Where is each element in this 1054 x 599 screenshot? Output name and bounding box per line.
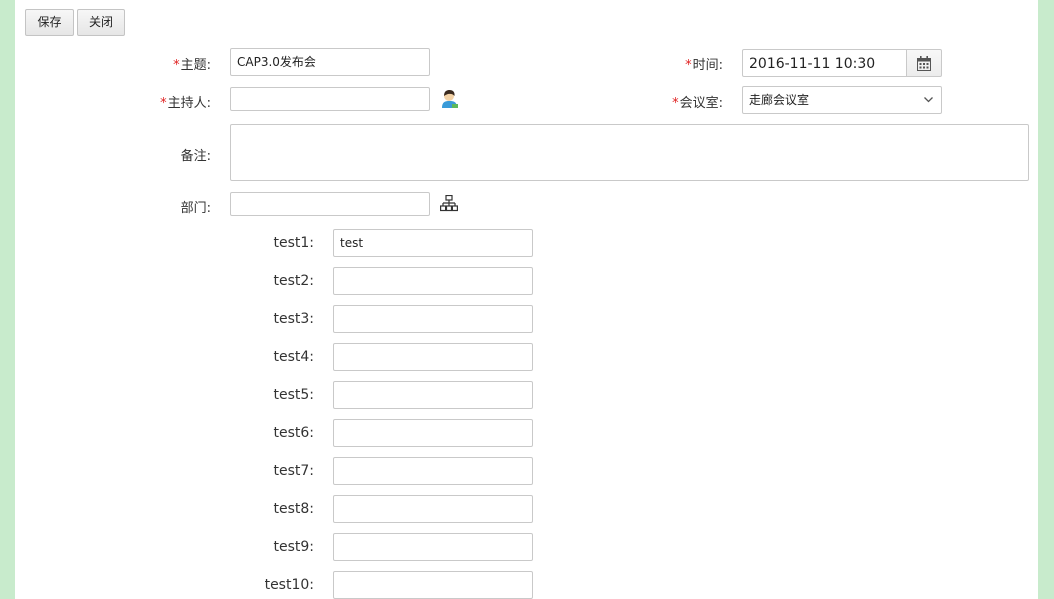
department-input[interactable] (230, 192, 430, 216)
test1-label: test1: (273, 235, 314, 251)
person-select-icon[interactable] (440, 89, 459, 109)
close-button[interactable]: 关闭 (77, 9, 125, 36)
subject-label-text: 主题: (180, 58, 211, 73)
test7-label: test7: (273, 463, 314, 479)
remark-label: 备注: (180, 149, 211, 164)
test3-label: test3: (273, 311, 314, 327)
test1-input[interactable]: test (333, 229, 533, 257)
org-tree-icon[interactable] (440, 195, 458, 212)
required-mark: * (685, 58, 692, 73)
room-label: *会议室: (672, 92, 723, 111)
required-mark: * (173, 58, 180, 73)
test2-input[interactable] (333, 267, 533, 295)
test6-input[interactable] (333, 419, 533, 447)
test8-input[interactable] (333, 495, 533, 523)
test5-input[interactable] (333, 381, 533, 409)
save-button[interactable]: 保存 (25, 9, 74, 36)
room-label-text: 会议室: (679, 96, 723, 111)
required-mark: * (160, 96, 167, 111)
room-select[interactable]: 走廊会议室 (742, 86, 942, 114)
host-label-text: 主持人: (167, 96, 211, 111)
time-label-text: 时间: (692, 58, 723, 73)
test10-label: test10: (264, 577, 314, 593)
host-label: *主持人: (160, 92, 211, 111)
test4-input[interactable] (333, 343, 533, 371)
room-select-value: 走廊会议室 (749, 93, 810, 107)
required-mark: * (672, 96, 679, 111)
test3-input[interactable] (333, 305, 533, 333)
test9-input[interactable] (333, 533, 533, 561)
chevron-down-icon (924, 97, 933, 103)
test2-label: test2: (273, 273, 314, 289)
test5-label: test5: (273, 387, 314, 403)
test7-input[interactable] (333, 457, 533, 485)
department-label: 部门: (180, 201, 211, 216)
calendar-icon (917, 56, 931, 71)
time-picker-button[interactable] (907, 49, 942, 77)
test9-label: test9: (273, 539, 314, 555)
test10-input[interactable] (333, 571, 533, 599)
time-input[interactable]: 2016-11-11 10:30 (742, 49, 907, 77)
time-label: *时间: (685, 54, 723, 73)
subject-label: *主题: (173, 54, 211, 73)
test8-label: test8: (273, 501, 314, 517)
test6-label: test6: (273, 425, 314, 441)
subject-input[interactable]: CAP3.0发布会 (230, 48, 430, 76)
remark-textarea[interactable] (230, 124, 1029, 181)
test4-label: test4: (273, 349, 314, 365)
host-input[interactable] (230, 87, 430, 111)
